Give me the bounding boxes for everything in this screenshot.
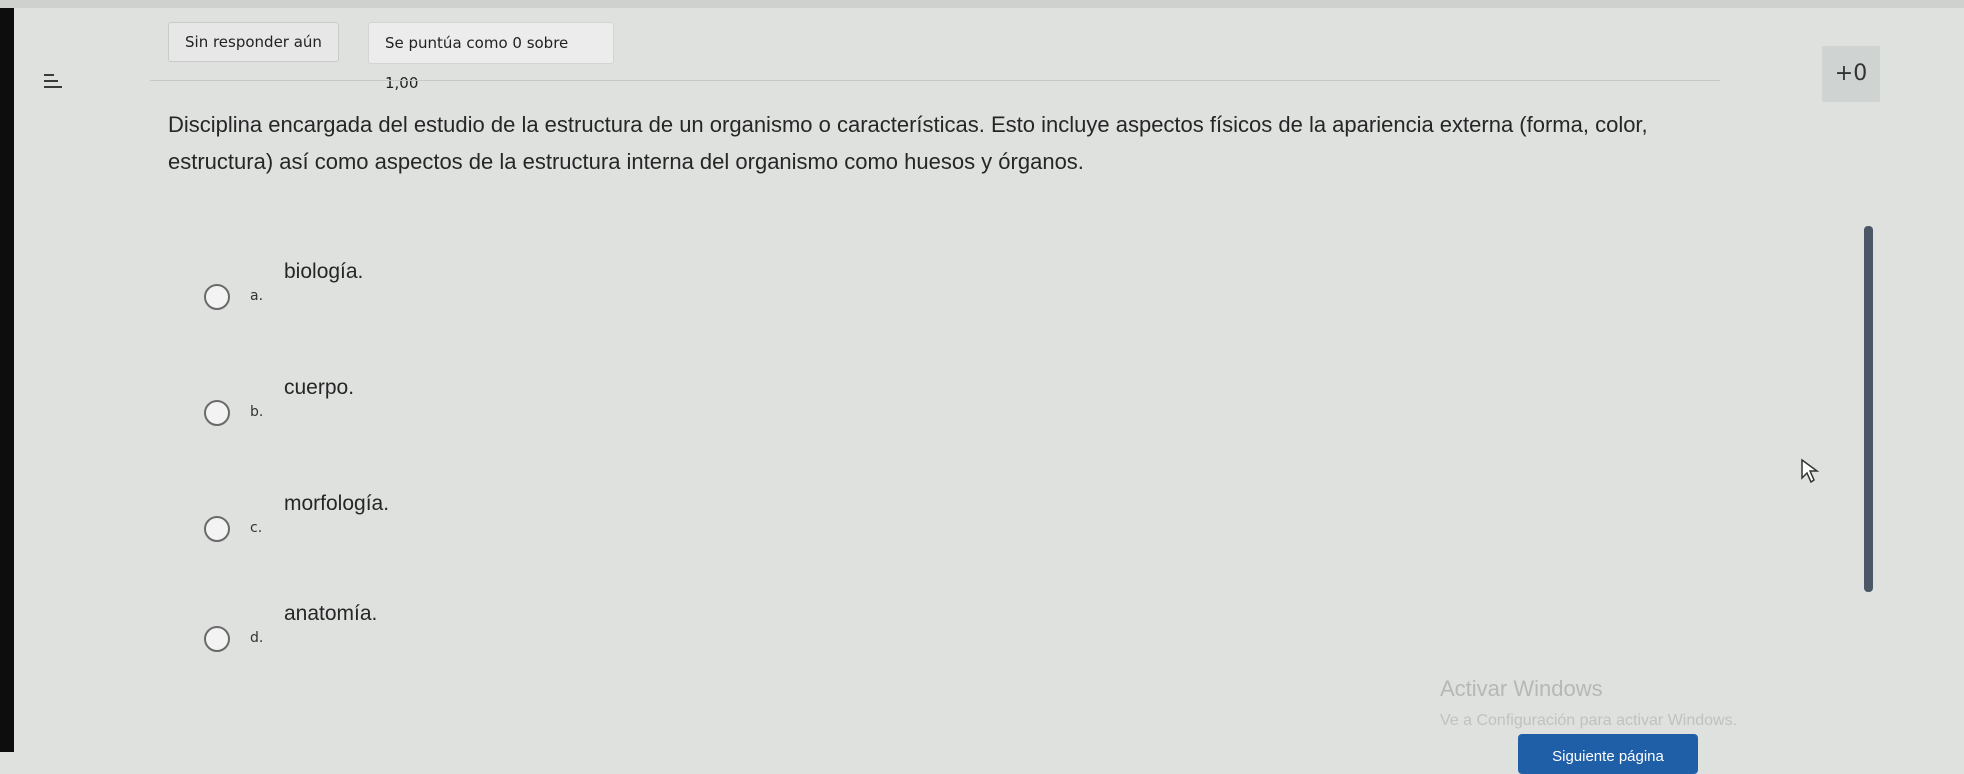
radio-button[interactable] [204,516,230,542]
hamburger-menu-icon[interactable] [44,74,62,94]
radio-button[interactable] [204,284,230,310]
screen-left-bezel [0,0,14,752]
radio-button[interactable] [204,400,230,426]
activate-windows-watermark: Activar Windows [1440,676,1603,701]
radio-button[interactable] [204,626,230,652]
option-label[interactable]: anatomía. [284,602,377,626]
answer-option-c[interactable]: c. morfología. [200,490,1100,550]
flag-question-button[interactable]: +0 [1822,46,1880,102]
option-label[interactable]: morfología. [284,492,389,516]
question-status-badge: Sin responder aún [168,22,339,62]
answer-option-a[interactable]: a. biología. [200,258,1100,318]
option-letter: b. [250,404,264,420]
option-letter: a. [250,288,264,304]
option-label[interactable]: cuerpo. [284,376,354,400]
top-band [0,0,1964,8]
question-text: Disciplina encargada del estudio de la e… [168,112,1648,174]
activate-windows-subtitle: Ve a Configuración para activar Windows. [1440,712,1738,729]
answer-option-d[interactable]: d. anatomía. [200,600,1100,660]
question-grade-badge: Se puntúa como 0 sobre 1,00 [368,22,614,92]
option-label[interactable]: biología. [284,260,363,284]
next-page-button[interactable]: Siguiente página [1518,734,1698,774]
option-letter: c. [250,520,263,536]
scrollbar-thumb[interactable] [1864,226,1873,592]
header-divider [150,80,1720,81]
option-letter: d. [250,630,264,646]
mouse-pointer-icon [1801,458,1820,484]
answer-option-b[interactable]: b. cuerpo. [200,374,1100,434]
